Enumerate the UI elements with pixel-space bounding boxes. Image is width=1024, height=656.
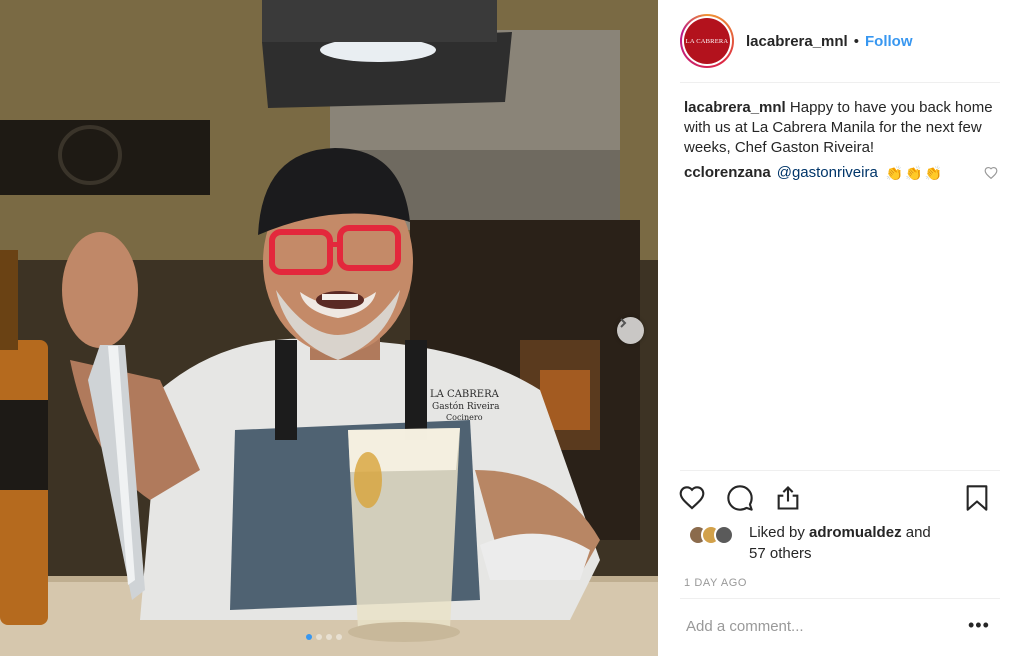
chevron-right-icon xyxy=(620,318,627,328)
bookmark-icon xyxy=(966,485,988,511)
post-header: LA CABRERA lacabrera_mnl • Follow xyxy=(658,0,1024,82)
photo-illustration: LA CABRERA Gastón Riveira Cocinero xyxy=(0,0,658,656)
liker-avatar xyxy=(714,525,734,545)
profile-avatar[interactable]: LA CABRERA xyxy=(680,14,734,68)
carousel-dots xyxy=(306,634,342,640)
next-photo-button[interactable] xyxy=(617,317,644,344)
header-separator: • xyxy=(853,32,859,50)
comment-row: cclorenzana @gastonriveira 👏👏👏 xyxy=(684,163,1004,183)
post-timestamp[interactable]: 1 DAY AGO xyxy=(684,577,747,589)
comment-emoji: 👏👏👏 xyxy=(885,165,945,181)
jacket-chef-title: Cocinero xyxy=(446,413,483,422)
save-button[interactable] xyxy=(964,484,990,517)
heart-icon xyxy=(679,486,705,510)
post-username[interactable]: lacabrera_mnl xyxy=(746,33,848,50)
follow-button[interactable]: Follow xyxy=(865,33,913,50)
header-divider xyxy=(680,82,1000,83)
comment-mention[interactable]: @gastonriveira xyxy=(777,163,878,183)
post-actions xyxy=(678,484,998,514)
likes-others-link[interactable]: 57 others xyxy=(749,545,812,562)
like-button[interactable] xyxy=(678,484,706,515)
carousel-dot-2 xyxy=(316,634,322,640)
comment-like-button[interactable] xyxy=(984,166,998,184)
share-button[interactable] xyxy=(774,484,802,517)
add-comment-input[interactable] xyxy=(686,615,946,637)
jacket-brand-text: LA CABRERA xyxy=(430,389,500,400)
caption-username[interactable]: lacabrera_mnl xyxy=(684,99,786,116)
carousel-dot-1 xyxy=(306,634,312,640)
liker-avatars[interactable] xyxy=(688,525,734,545)
comment-username[interactable]: cclorenzana xyxy=(684,163,771,183)
jacket-chef-name: Gastón Riveira xyxy=(432,401,500,412)
comment-icon xyxy=(727,485,753,511)
add-comment-bar: ••• xyxy=(658,598,1024,656)
post-caption: lacabrera_mnl Happy to have you back hom… xyxy=(684,98,994,158)
post-photo[interactable]: LA CABRERA Gastón Riveira Cocinero xyxy=(0,0,658,656)
carousel-dot-3 xyxy=(326,634,332,640)
heart-icon xyxy=(984,166,998,180)
post-side-panel: LA CABRERA lacabrera_mnl • Follow lacabr… xyxy=(658,0,1024,656)
brand-logo: LA CABRERA xyxy=(684,18,730,64)
more-options-button[interactable]: ••• xyxy=(968,616,990,634)
likes-text: Liked by adromualdez and 57 others xyxy=(749,524,931,562)
carousel-dot-4 xyxy=(336,634,342,640)
liker-username[interactable]: adromualdez xyxy=(809,524,902,541)
likes-summary: Liked by adromualdez and 57 others xyxy=(688,522,998,564)
comment-button[interactable] xyxy=(726,484,754,517)
actions-divider xyxy=(680,470,1000,471)
share-icon xyxy=(777,486,799,510)
